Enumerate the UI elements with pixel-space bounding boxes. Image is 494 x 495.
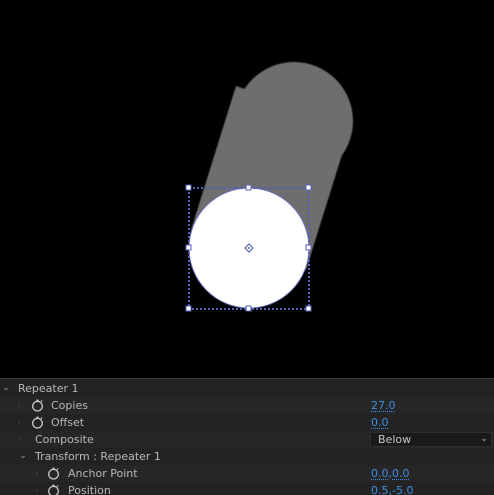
repeater-label: Repeater 1 [18,380,79,397]
anchor-point-y[interactable]: 0.0 [392,467,410,480]
composite-property-row: › Composite Below ⌄ [0,431,494,448]
timeline-properties-panel: ⌄ Repeater 1 › Copies 27.0 › Offset 0.0 … [0,378,494,495]
bullet-icon: › [14,414,24,431]
transform-handle-top-left [186,185,191,190]
anchor-point-value: 0.0,0.0 [371,465,410,482]
position-x[interactable]: 0.5 [371,484,389,495]
copies-value[interactable]: 27.0 [371,397,396,414]
offset-property-row: › Offset 0.0 [0,414,494,431]
position-label: Position [68,482,111,495]
copies-property-row: › Copies 27.0 [0,397,494,414]
position-property-row: › Position 0.5,-5.0 [0,482,494,495]
repeater-group-row[interactable]: ⌄ Repeater 1 [0,380,494,397]
stopwatch-icon[interactable] [47,467,60,480]
chevron-down-icon[interactable]: ⌄ [17,448,29,465]
position-y[interactable]: -5.0 [392,484,413,495]
anchor-point-label: Anchor Point [68,465,138,482]
bullet-icon: › [32,482,42,495]
transform-handle-right [306,245,311,250]
stopwatch-icon[interactable] [31,416,44,429]
offset-value[interactable]: 0.0 [371,414,389,431]
composite-label: Composite [35,431,94,448]
anchor-point-x[interactable]: 0.0 [371,467,389,480]
chevron-down-icon[interactable]: ⌄ [0,380,12,397]
transform-handle-top [246,185,251,190]
copies-label: Copies [51,397,88,414]
composite-dropdown[interactable]: Below ⌄ [370,432,492,447]
composition-canvas [0,0,494,378]
transform-handle-bottom-right [306,306,311,311]
transform-handle-left [186,245,191,250]
transform-handle-top-right [306,185,311,190]
chevron-down-icon: ⌄ [480,433,488,446]
bullet-icon: › [32,465,42,482]
offset-label: Offset [51,414,84,431]
composite-dropdown-value: Below [378,433,411,446]
transform-handle-bottom [246,306,251,311]
transform-handle-bottom-left [186,306,191,311]
transform-group-row[interactable]: ⌄ Transform : Repeater 1 [0,448,494,465]
stopwatch-icon[interactable] [31,399,44,412]
stopwatch-icon[interactable] [47,484,60,495]
bullet-icon: › [14,397,24,414]
transform-label: Transform : Repeater 1 [35,448,161,465]
anchor-point-property-row: › Anchor Point 0.0,0.0 [0,465,494,482]
composition-viewport[interactable] [0,0,494,378]
bullet-icon: › [14,431,24,448]
position-value: 0.5,-5.0 [371,482,413,495]
